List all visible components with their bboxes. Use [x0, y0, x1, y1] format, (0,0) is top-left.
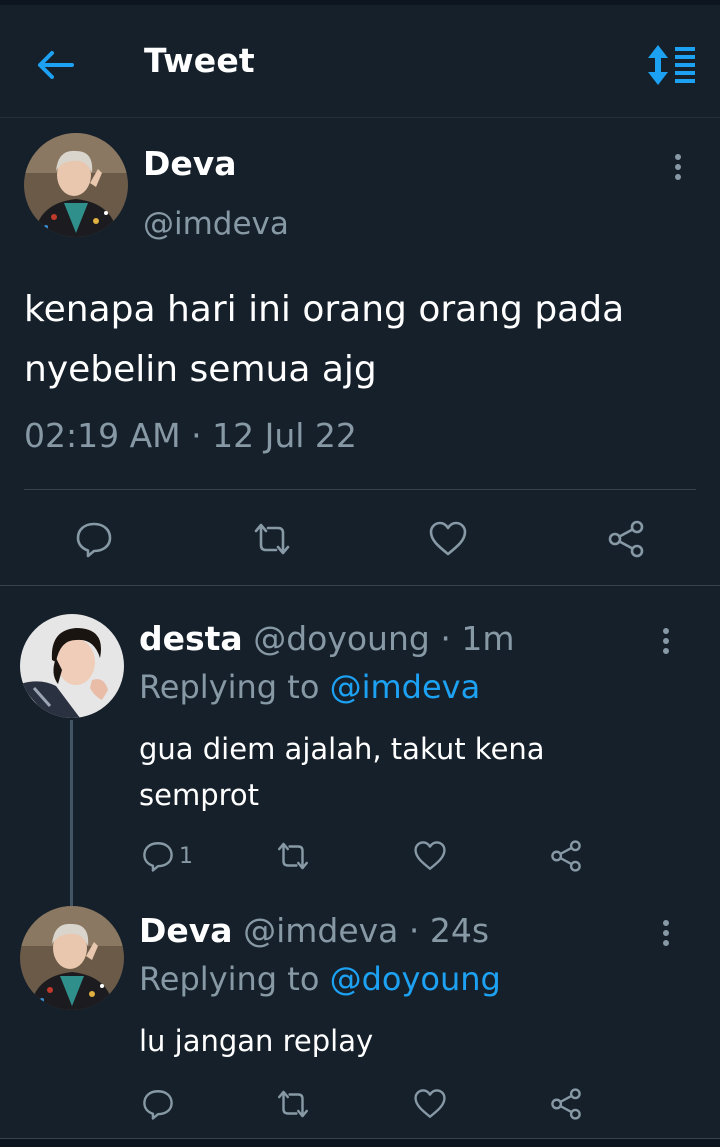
- tweet-time: 02:19 AM: [24, 416, 181, 455]
- tweet-actions: [0, 513, 720, 563]
- replying-to: Replying to @imdeva: [139, 668, 480, 706]
- more-dot: [663, 920, 669, 926]
- more-dot: [663, 638, 669, 644]
- reply-author-handle[interactable]: @imdeva: [243, 911, 398, 950]
- more-dot: [663, 628, 669, 634]
- retweet-icon: [277, 842, 309, 870]
- reply-age: 1m: [461, 619, 515, 658]
- avatar[interactable]: [24, 133, 128, 237]
- back-button[interactable]: [34, 43, 78, 87]
- replying-to-link[interactable]: @imdeva: [330, 668, 481, 706]
- reply-header: desta @doyoung · 1m: [139, 619, 514, 658]
- reply-icon: [76, 522, 112, 558]
- retweet-button[interactable]: [274, 1088, 312, 1120]
- replying-label: Replying to: [139, 668, 320, 706]
- reply-text: gua diem ajalah, takut kena semprot: [139, 732, 545, 812]
- separator: ·: [398, 911, 430, 950]
- reply-age: 24s: [429, 911, 490, 950]
- avatar[interactable]: [20, 614, 124, 718]
- more-dot: [663, 930, 669, 936]
- share-button[interactable]: [606, 519, 646, 559]
- reply-button[interactable]: [141, 1087, 175, 1121]
- page-title: Tweet: [144, 41, 255, 80]
- author-name[interactable]: Deva: [143, 144, 237, 183]
- reply-actions: [0, 1084, 720, 1128]
- more-options-button[interactable]: [651, 911, 681, 955]
- retweet-button[interactable]: [274, 840, 312, 872]
- reply-button[interactable]: 1: [141, 839, 193, 873]
- main-tweet: Deva @imdeva kenapa hari ini orang orang…: [0, 118, 720, 586]
- replying-to: Replying to @doyoung: [139, 960, 501, 998]
- share-icon: [551, 840, 581, 872]
- share-button[interactable]: [549, 839, 583, 873]
- retweet-button[interactable]: [250, 521, 294, 557]
- more-dot: [663, 940, 669, 946]
- share-icon: [551, 1088, 581, 1120]
- separator: ·: [429, 619, 462, 658]
- reply-author-name[interactable]: desta: [139, 619, 243, 658]
- more-dot: [675, 164, 681, 170]
- arrow-left-icon: [38, 51, 74, 79]
- reply-actions: 1: [0, 836, 720, 880]
- more-dot: [663, 648, 669, 654]
- reply-tweet[interactable]: Deva @imdeva · 24s Replying to @doyoung …: [0, 878, 720, 1138]
- reply-author-name[interactable]: Deva: [139, 911, 233, 950]
- like-button[interactable]: [428, 519, 468, 559]
- like-icon: [414, 1089, 446, 1118]
- share-button[interactable]: [549, 1087, 583, 1121]
- more-dot: [675, 154, 681, 160]
- like-button[interactable]: [413, 1087, 447, 1121]
- replying-to-link[interactable]: @doyoung: [330, 960, 501, 998]
- sort-button[interactable]: [644, 43, 700, 87]
- avatar[interactable]: [20, 906, 124, 1010]
- reply-tweet[interactable]: desta @doyoung · 1m Replying to @imdeva …: [0, 586, 720, 878]
- tweet-timestamp: 02:19 AM · 12 Jul 22: [24, 416, 357, 455]
- reply-icon: [143, 1090, 173, 1120]
- more-dot: [675, 174, 681, 180]
- retweet-icon: [254, 523, 290, 555]
- divider: [24, 489, 696, 490]
- tweet-date: 12 Jul 22: [212, 416, 357, 455]
- reply-button[interactable]: [74, 519, 114, 559]
- sort-icon: [648, 45, 695, 85]
- like-button[interactable]: [413, 839, 447, 873]
- reply-text: lu jangan replay: [139, 1024, 374, 1058]
- reply-icon: [143, 842, 173, 872]
- more-options-button[interactable]: [663, 145, 693, 189]
- author-handle[interactable]: @imdeva: [143, 206, 289, 242]
- like-icon: [414, 841, 446, 870]
- tweet-text: kenapa hari ini orang orang pada nyebeli…: [24, 289, 625, 390]
- more-options-button[interactable]: [651, 619, 681, 663]
- share-icon: [608, 520, 644, 558]
- reply-author-handle[interactable]: @doyoung: [253, 619, 430, 658]
- reply-header: Deva @imdeva · 24s: [139, 911, 489, 950]
- reply-count: 1: [179, 843, 193, 869]
- retweet-icon: [277, 1090, 309, 1118]
- top-bar: Tweet: [0, 5, 720, 118]
- replying-label: Replying to: [139, 960, 320, 998]
- like-icon: [429, 521, 467, 556]
